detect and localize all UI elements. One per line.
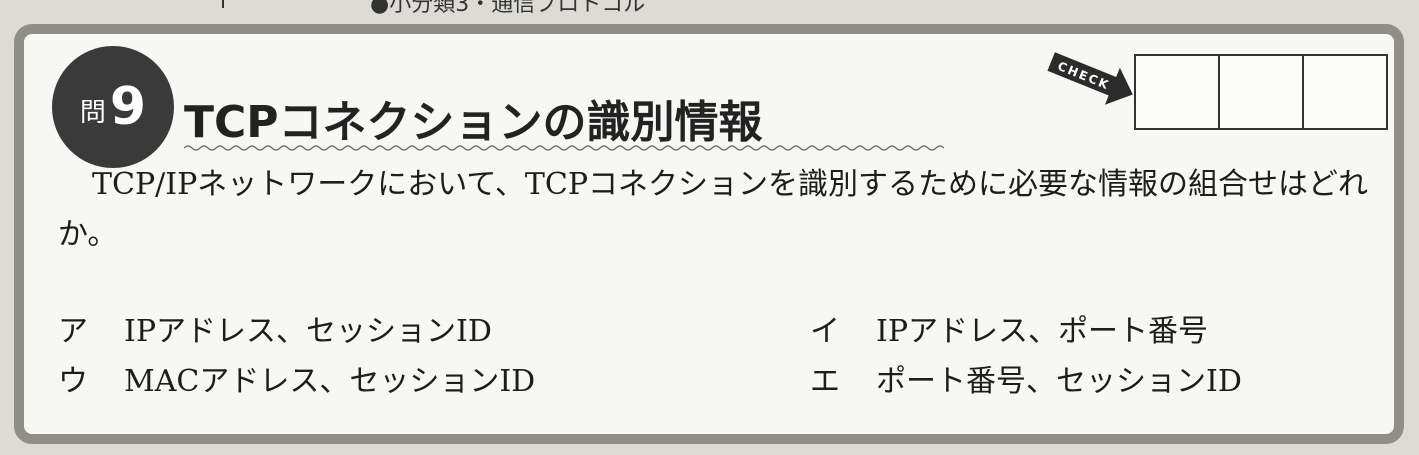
option-i-text: IPアドレス、ポート番号 — [876, 314, 1209, 349]
question-number-badge: 問 9 — [52, 46, 174, 168]
question-text: TCP/IPネットワークにおいて、TCPコネクションを識別するために必要な情報の… — [58, 167, 1369, 252]
option-i-key: イ — [810, 314, 840, 349]
question-label: 問 — [79, 97, 106, 128]
check-boxes — [1134, 54, 1388, 130]
title-wavy-underline — [184, 145, 944, 151]
option-u[interactable]: ウ MACアドレス、セッションID — [58, 356, 535, 400]
question-card: 問 9 TCPコネクションの識別情報 CHECK TCP/IPネットワークにおい… — [14, 24, 1404, 444]
option-u-text: MACアドレス、セッションID — [124, 364, 536, 399]
option-a-key: ア — [58, 314, 88, 349]
option-a-text: IPアドレス、セッションID — [124, 314, 492, 349]
option-i[interactable]: イ IPアドレス、ポート番号 — [810, 306, 1208, 350]
option-u-key: ウ — [58, 364, 88, 399]
section-header-fragment: ●小分類3・通信プロトコル — [370, 0, 646, 17]
check-box-1[interactable] — [1136, 56, 1220, 128]
check-box-2[interactable] — [1220, 56, 1304, 128]
option-a[interactable]: ア IPアドレス、セッションID — [58, 306, 492, 350]
question-number: 9 — [109, 77, 147, 137]
option-e-key: エ — [810, 364, 840, 399]
check-box-3[interactable] — [1304, 56, 1386, 128]
option-e[interactable]: エ ポート番号、セッションID — [810, 356, 1242, 400]
question-title: TCPコネクションの識別情報 — [184, 97, 763, 148]
top-tick-mark — [222, 0, 224, 8]
option-e-text: ポート番号、セッションID — [876, 364, 1242, 399]
check-arrow-icon: CHECK — [1047, 52, 1133, 105]
